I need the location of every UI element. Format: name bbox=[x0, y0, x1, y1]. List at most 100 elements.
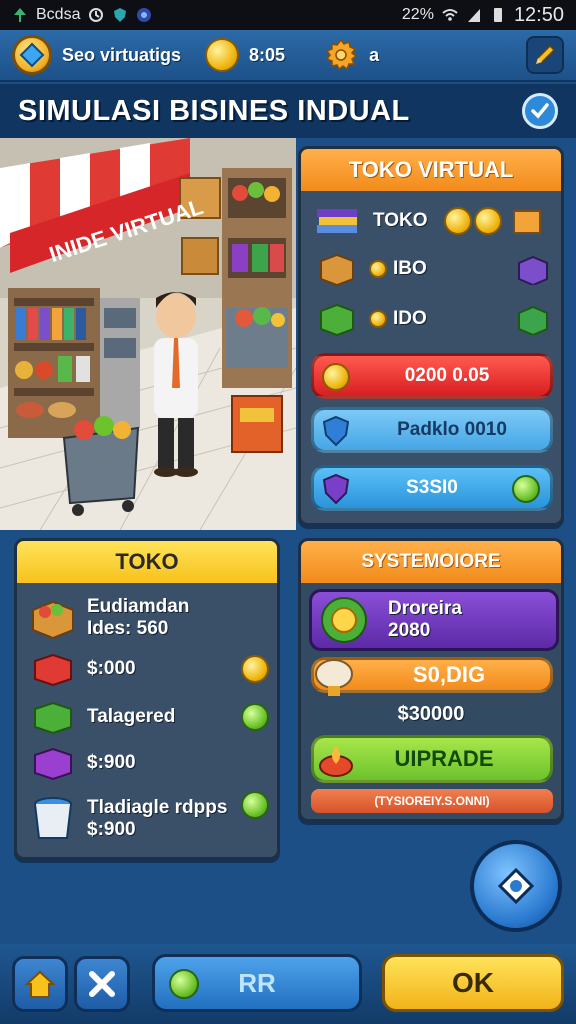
store-row-ibo[interactable]: IBO bbox=[315, 249, 551, 289]
orange-value-pill[interactable]: S0,DIG bbox=[311, 657, 553, 696]
lightbulb-icon bbox=[315, 659, 353, 696]
clock-icon bbox=[89, 8, 104, 22]
toko-item[interactable]: Talagered bbox=[29, 695, 269, 739]
check-icon bbox=[531, 103, 549, 119]
tag-icon bbox=[497, 867, 535, 905]
toko-virtual-panel: TOKO VIRTUAL TOKO IBO IDO 0200 0.05 Padk… bbox=[298, 146, 564, 526]
blue-value-bar-2[interactable]: S3SI0 bbox=[311, 465, 553, 511]
signal-icon bbox=[467, 9, 480, 22]
store-row-toko[interactable]: TOKO bbox=[315, 201, 551, 241]
toko-item-name: Talagered bbox=[87, 706, 176, 727]
store-row-label: IBO bbox=[393, 258, 427, 279]
app-notification-icon bbox=[14, 8, 26, 22]
green-coin-icon bbox=[512, 475, 540, 503]
center-action-button[interactable]: RR bbox=[152, 954, 362, 1012]
clock-time: 12:50 bbox=[513, 3, 564, 26]
toko-item-name: Eudiamdan bbox=[87, 596, 190, 617]
green-coin-icon bbox=[241, 703, 269, 731]
close-icon bbox=[89, 971, 115, 997]
toko-item-value: $:000 bbox=[87, 658, 136, 679]
toko-item-name: Tladiagle rdpps bbox=[87, 797, 228, 818]
toko-item[interactable]: $:900 bbox=[29, 741, 269, 785]
ok-button[interactable]: OK bbox=[382, 954, 564, 1012]
money-text: $30000 bbox=[397, 703, 465, 725]
store-scene-art: INIDE VIRTUAL bbox=[0, 138, 296, 530]
upgrade-label: UIPRADE bbox=[394, 746, 494, 771]
toko-item-value: Ides: 560 bbox=[87, 618, 169, 639]
system-footer-bar: (TYSIOREIY.S.ONNI) bbox=[311, 789, 553, 813]
green-box-icon bbox=[34, 701, 72, 735]
books-icon bbox=[317, 209, 357, 233]
purple-stat-card[interactable]: Droreira 2080 bbox=[309, 589, 559, 651]
system-header: SYSTEMOIORE bbox=[301, 541, 561, 583]
green-coin-icon bbox=[169, 969, 199, 999]
toko-item[interactable]: Tladiagle rdpps $:900 bbox=[29, 791, 269, 847]
bottom-bar: RR OK bbox=[0, 944, 576, 1024]
wifi-icon bbox=[442, 9, 458, 21]
center-action-label: RR bbox=[238, 967, 276, 998]
blue-bar-text: Padklo 0010 bbox=[397, 419, 507, 440]
toko-virtual-header: TOKO VIRTUAL bbox=[301, 149, 561, 191]
purple-box-icon bbox=[34, 747, 72, 781]
store-row-label: IDO bbox=[393, 308, 427, 329]
toko-panel: TOKO Eudiamdan Ides: 560 $:000 Talagered… bbox=[14, 538, 280, 860]
browser-icon bbox=[137, 8, 152, 22]
red-bar-text: 0200 0.05 bbox=[404, 365, 490, 386]
system-footer-text: (TYSIOREIY.S.ONNI) bbox=[374, 794, 490, 808]
edit-button[interactable] bbox=[526, 36, 564, 74]
toko-item-value: $:900 bbox=[87, 752, 136, 773]
purple-box-icon bbox=[518, 255, 548, 285]
green-coin-icon bbox=[241, 791, 269, 819]
red-value-bar[interactable]: 0200 0.05 bbox=[311, 353, 553, 399]
coin-icon bbox=[322, 363, 350, 391]
purple-card-title: Droreira bbox=[388, 598, 462, 619]
title-bar: SIMULASI BISINES INDUAL bbox=[0, 84, 576, 138]
orange-box-icon bbox=[512, 210, 541, 234]
store-row-label: TOKO bbox=[373, 210, 428, 231]
produce-crate-icon bbox=[32, 600, 74, 640]
green-box-icon bbox=[518, 305, 548, 335]
home-icon bbox=[24, 970, 56, 998]
close-button[interactable] bbox=[74, 956, 130, 1012]
pencil-icon bbox=[534, 44, 556, 66]
coin-stack-icon bbox=[443, 207, 502, 235]
red-box-icon bbox=[34, 653, 72, 687]
sun-gear-icon bbox=[321, 597, 367, 643]
coin-icon bbox=[369, 260, 387, 278]
status-left-text: Bcdsa bbox=[36, 6, 81, 23]
status-bar: Bcdsa 22% 12:50 bbox=[0, 0, 576, 30]
diamond-icon bbox=[19, 42, 45, 68]
page-title: SIMULASI BISINES INDUAL bbox=[18, 94, 410, 127]
system-panel: SYSTEMOIORE Droreira 2080 S0,DIG $30000 … bbox=[298, 538, 564, 822]
toko-item[interactable]: $:000 bbox=[29, 647, 269, 691]
toko-item[interactable]: Eudiamdan Ides: 560 bbox=[29, 593, 269, 643]
shield-notification-icon bbox=[114, 8, 127, 22]
confirm-check-button[interactable] bbox=[522, 93, 558, 129]
gear-icon[interactable] bbox=[323, 37, 359, 73]
shield-icon bbox=[322, 415, 350, 447]
bucket-icon bbox=[34, 797, 72, 839]
purple-card-value: 2080 bbox=[388, 620, 431, 641]
store-row-ido[interactable]: IDO bbox=[315, 299, 551, 339]
hud-label: Seo virtuatigs bbox=[62, 44, 182, 65]
orange-pill-text: S0,DIG bbox=[412, 662, 486, 687]
floating-action-button[interactable] bbox=[470, 840, 562, 932]
toko-item-value: $:900 bbox=[87, 819, 136, 840]
gear-value: a bbox=[369, 44, 380, 65]
store-scene-illustration: INIDE VIRTUAL bbox=[0, 138, 296, 530]
home-button[interactable] bbox=[12, 956, 68, 1012]
coin-value: 8:05 bbox=[249, 44, 286, 65]
blue-value-bar[interactable]: Padklo 0010 bbox=[311, 407, 553, 453]
upgrade-button[interactable]: UIPRADE bbox=[311, 735, 553, 783]
top-hud: Seo virtuatigs 8:05 a bbox=[0, 30, 576, 82]
blue-bar2-text: S3SI0 bbox=[406, 477, 458, 498]
battery-percent: 22% bbox=[401, 6, 434, 23]
toko-header: TOKO bbox=[17, 541, 277, 583]
profile-badge-icon[interactable] bbox=[12, 35, 52, 75]
battery-icon bbox=[493, 8, 502, 22]
fire-potion-icon bbox=[319, 746, 353, 777]
crate-icon bbox=[320, 253, 354, 287]
coin-icon bbox=[241, 655, 269, 683]
coin-icon bbox=[369, 310, 387, 328]
green-box-icon bbox=[320, 303, 354, 337]
